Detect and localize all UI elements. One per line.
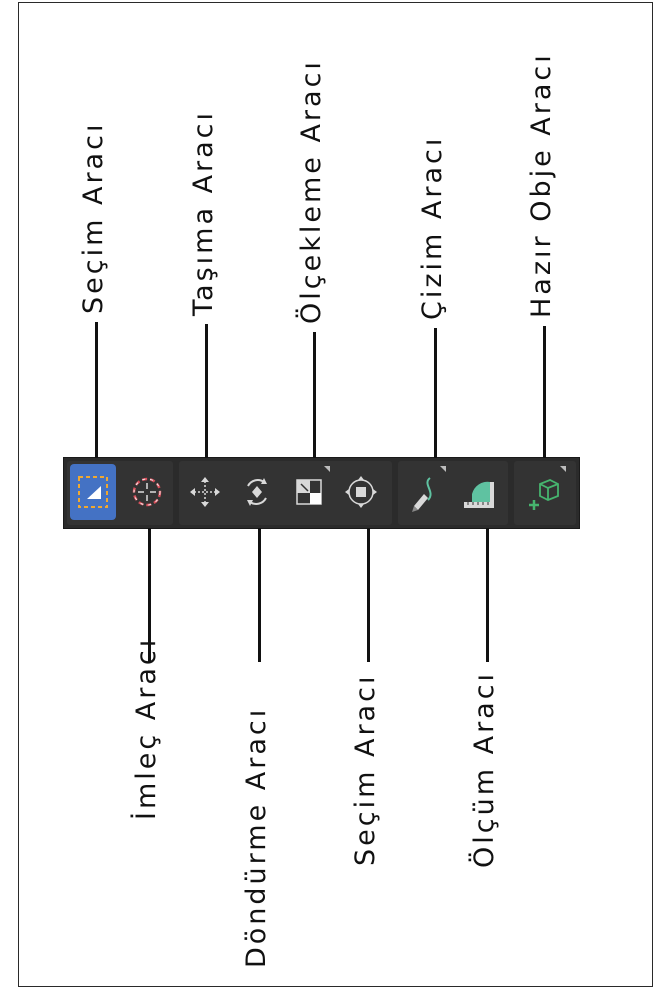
select-box-icon bbox=[78, 476, 108, 508]
leader-line-dondurme bbox=[258, 528, 261, 662]
move-arrows-icon bbox=[190, 477, 220, 507]
leader-line-cizim bbox=[434, 328, 437, 458]
label-olcum-araci: Ölçüm Aracı bbox=[469, 670, 500, 868]
submenu-corner-indicator bbox=[440, 466, 446, 472]
select-tool-button[interactable] bbox=[70, 464, 116, 520]
submenu-corner-indicator bbox=[324, 466, 330, 472]
annotate-tool-button[interactable] bbox=[402, 464, 448, 520]
leader-line-secim bbox=[95, 322, 98, 458]
leader-line-secim2 bbox=[367, 528, 370, 662]
leader-line-hazir-obje bbox=[543, 326, 546, 458]
label-hazir-obje-araci: Hazır Obje Aracı bbox=[526, 52, 557, 318]
label-secim-araci-2: Seçim Aracı bbox=[350, 673, 381, 866]
pencil-draw-icon bbox=[412, 477, 432, 512]
label-olcekleme-araci: Ölçekleme Aracı bbox=[296, 59, 327, 324]
add-cube-icon bbox=[529, 479, 559, 510]
submenu-corner-indicator bbox=[560, 466, 566, 472]
scale-icon bbox=[296, 479, 322, 505]
add-object-tool-button[interactable] bbox=[522, 464, 568, 520]
label-cizim-araci: Çizim Aracı bbox=[417, 135, 448, 320]
label-imlec-araci: İmleç Aracı bbox=[131, 636, 162, 820]
cursor-tool-button[interactable] bbox=[124, 464, 170, 520]
ruler-protractor-icon bbox=[464, 481, 494, 508]
rotate-tool-button[interactable] bbox=[234, 464, 280, 520]
leader-line-olcekleme bbox=[313, 332, 316, 458]
transform-tool-button[interactable] bbox=[338, 464, 384, 520]
rotate-icon bbox=[247, 478, 267, 506]
leader-line-olcum bbox=[486, 528, 489, 662]
label-secim-araci: Seçim Aracı bbox=[78, 121, 109, 314]
label-dondurme-araci: Döndürme Aracı bbox=[241, 706, 272, 968]
label-tasima-araci: Taşıma Aracı bbox=[188, 109, 219, 316]
transform-icon bbox=[345, 476, 377, 508]
scale-tool-button[interactable] bbox=[286, 464, 332, 520]
crosshair-cursor-icon bbox=[132, 477, 162, 507]
move-tool-button[interactable] bbox=[182, 464, 228, 520]
leader-line-tasima bbox=[205, 324, 208, 458]
measure-tool-button[interactable] bbox=[456, 464, 502, 520]
tool-bar bbox=[63, 457, 580, 529]
